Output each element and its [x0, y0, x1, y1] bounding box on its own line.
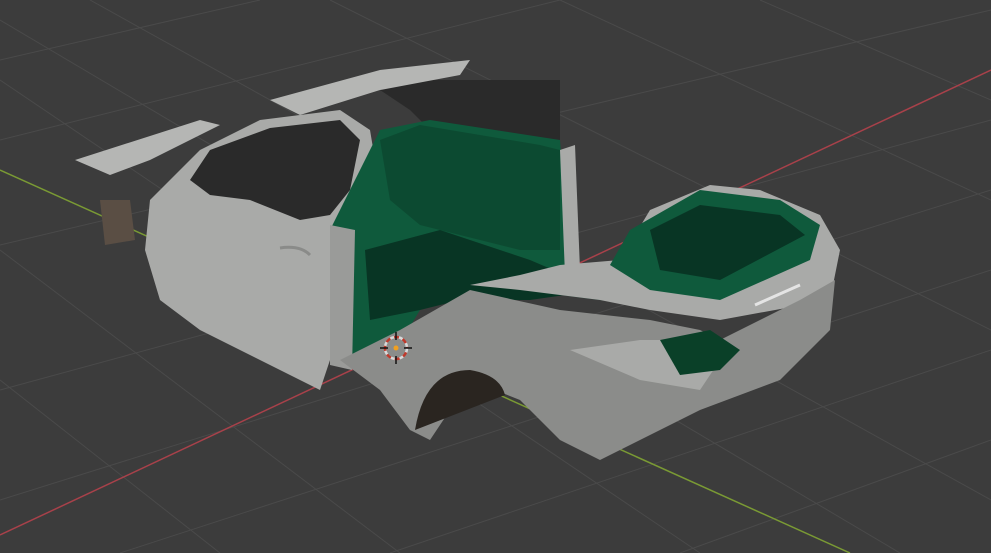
- viewport-scene[interactable]: [0, 0, 991, 553]
- car-body-mesh[interactable]: [75, 60, 840, 460]
- object-origin-dot: [393, 345, 399, 351]
- 3d-viewport[interactable]: [0, 0, 991, 553]
